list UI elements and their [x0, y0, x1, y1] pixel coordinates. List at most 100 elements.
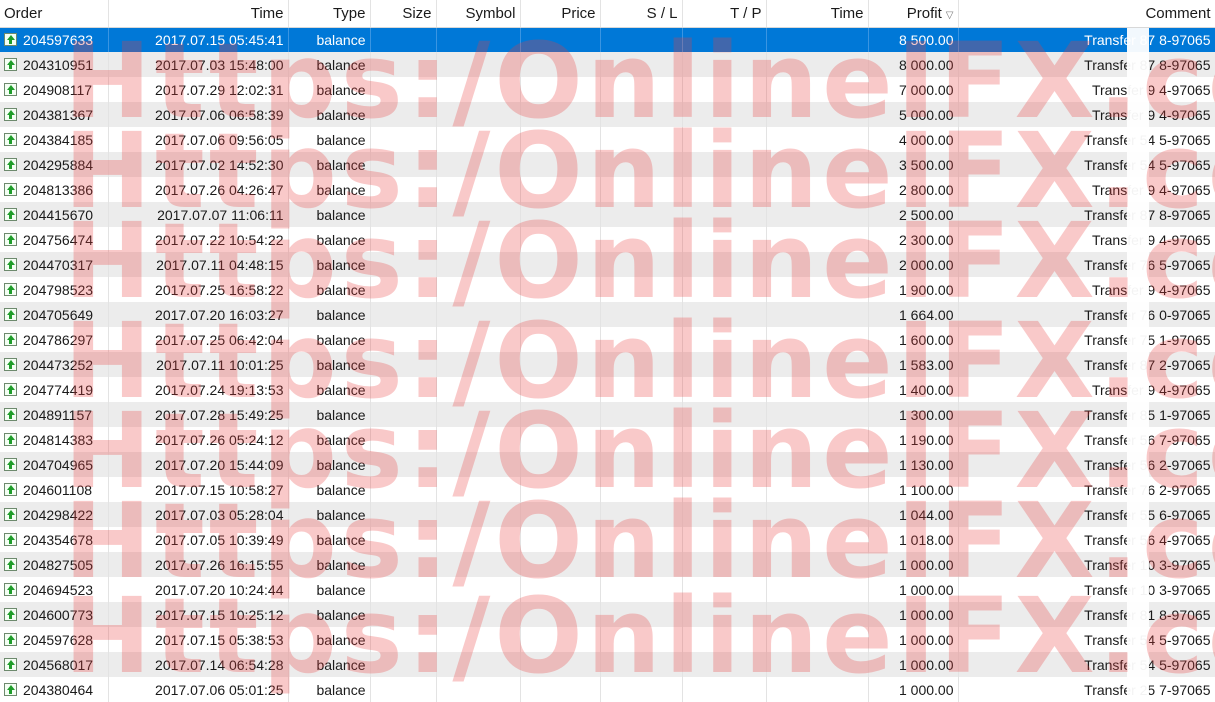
cell-type: balance: [288, 302, 371, 327]
table-row[interactable]: 204891157 2017.07.28 15:49:25 balance 1 300…: [0, 402, 1215, 427]
cell-time: 2017.07.25 16:58:22: [108, 277, 289, 302]
table-row[interactable]: 204786297 2017.07.25 06:42:04 balance 1 600…: [0, 327, 1215, 352]
table-row[interactable]: 204798523 2017.07.25 16:58:22 balance 1 900…: [0, 277, 1215, 302]
column-header-sl[interactable]: S / L: [600, 0, 683, 28]
table-row[interactable]: 204600773 2017.07.15 10:25:12 balance 1 000…: [0, 602, 1215, 627]
table-row[interactable]: 204310951 2017.07.03 15:48:00 balance 8 000…: [0, 52, 1215, 77]
table-row[interactable]: 204568017 2017.07.14 06:54:28 balance 1 000…: [0, 652, 1215, 677]
column-header-size[interactable]: Size: [370, 0, 437, 28]
table-row[interactable]: 204704965 2017.07.20 15:44:09 balance 1 130…: [0, 452, 1215, 477]
cell-price: [520, 127, 601, 152]
cell-time: 2017.07.03 15:48:00: [108, 52, 289, 77]
cell-comment: Transfer 76 0-97065: [958, 302, 1215, 327]
deposit-arrow-icon: [4, 583, 17, 596]
cell-size: [370, 427, 437, 452]
table-row[interactable]: 204705649 2017.07.20 16:03:27 balance 1 664…: [0, 302, 1215, 327]
table-row[interactable]: 204694523 2017.07.20 10:24:44 balance 1 000…: [0, 577, 1215, 602]
order-number: 204600773: [23, 606, 94, 623]
order-number: 204597633: [23, 31, 94, 48]
cell-time2: [766, 427, 869, 452]
table-row[interactable]: 204381367 2017.07.06 06:58:39 balance 5 000…: [0, 102, 1215, 127]
table-row[interactable]: 204384185 2017.07.06 09:56:05 balance 4 000…: [0, 127, 1215, 152]
cell-sl: [600, 202, 683, 227]
column-header-type[interactable]: Type: [288, 0, 371, 28]
table-row[interactable]: 204473252 2017.07.11 10:01:25 balance 1 583…: [0, 352, 1215, 377]
cell-sl: [600, 652, 683, 677]
cell-sl: [600, 177, 683, 202]
table-row[interactable]: 204601108 2017.07.15 10:58:27 balance 1 100…: [0, 477, 1215, 502]
order-number: 204891157: [23, 406, 93, 423]
table-row[interactable]: 204774419 2017.07.24 19:13:53 balance 1 400…: [0, 377, 1215, 402]
deposit-arrow-icon: [4, 208, 17, 221]
cell-symbol: [436, 227, 521, 252]
cell-time2: [766, 402, 869, 427]
cell-time2: [766, 577, 869, 602]
column-header-comment[interactable]: Comment: [958, 0, 1215, 28]
table-row[interactable]: 204380464 2017.07.06 05:01:25 balance 1 000…: [0, 677, 1215, 702]
cell-size: [370, 502, 437, 527]
column-header-label: T / P: [730, 4, 762, 22]
cell-time2: [766, 352, 869, 377]
table-row[interactable]: 204827505 2017.07.26 16:15:55 balance 1 000…: [0, 552, 1215, 577]
cell-time2: [766, 602, 869, 627]
order-number: 204597628: [23, 631, 94, 648]
table-row[interactable]: 204415670 2017.07.07 11:06:11 balance 2 500…: [0, 202, 1215, 227]
column-header-order[interactable]: Order: [0, 0, 109, 28]
cell-size: [370, 477, 437, 502]
cell-symbol: [436, 152, 521, 177]
cell-tp: [682, 527, 767, 552]
cell-sl: [600, 602, 683, 627]
cell-order: 204798523: [0, 277, 109, 302]
cell-time: 2017.07.20 15:44:09: [108, 452, 289, 477]
cell-order: 204827505: [0, 552, 109, 577]
table-row[interactable]: 204354678 2017.07.05 10:39:49 balance 1 018…: [0, 527, 1215, 552]
column-header-time[interactable]: Time: [108, 0, 289, 28]
table-row[interactable]: 204813386 2017.07.26 04:26:47 balance 2 800…: [0, 177, 1215, 202]
table-row[interactable]: 204298422 2017.07.03 05:28:04 balance 1 044…: [0, 502, 1215, 527]
cell-symbol: [436, 277, 521, 302]
order-number: 204354678: [23, 531, 94, 548]
cell-profit: 1 583.00: [868, 352, 959, 377]
cell-order: 204380464: [0, 677, 109, 702]
cell-symbol: [436, 577, 521, 602]
order-number: 204814383: [23, 431, 94, 448]
cell-profit: 7 000.00: [868, 77, 959, 102]
table-row[interactable]: 204597628 2017.07.15 05:38:53 balance 1 000…: [0, 627, 1215, 652]
table-row[interactable]: 204756474 2017.07.22 10:54:22 balance 2 300…: [0, 227, 1215, 252]
column-header-price[interactable]: Price: [520, 0, 601, 28]
deposit-arrow-icon: [4, 333, 17, 346]
cell-comment: Transfer 9 4-97065: [958, 177, 1215, 202]
cell-time: 2017.07.02 14:52:30: [108, 152, 289, 177]
cell-comment: Transfer 9 4-97065: [958, 102, 1215, 127]
table-body: 204597633 2017.07.15 05:45:41 balance 8 500…: [0, 27, 1215, 702]
cell-time2: [766, 552, 869, 577]
order-number: 204473252: [23, 356, 94, 373]
column-header-symbol[interactable]: Symbol: [436, 0, 521, 28]
cell-sl: [600, 102, 683, 127]
column-header-time2[interactable]: Time: [766, 0, 869, 28]
cell-tp: [682, 502, 767, 527]
cell-type: balance: [288, 127, 371, 152]
cell-sl: [600, 677, 683, 702]
cell-size: [370, 552, 437, 577]
deposit-arrow-icon: [4, 683, 17, 696]
table-row[interactable]: 204908117 2017.07.29 12:02:31 balance 7 000…: [0, 77, 1215, 102]
cell-symbol: [436, 552, 521, 577]
cell-tp: [682, 577, 767, 602]
cell-order: 204473252: [0, 352, 109, 377]
table-row[interactable]: 204470317 2017.07.11 04:48:15 balance 2 000…: [0, 252, 1215, 277]
column-header-profit[interactable]: Profit ▽: [868, 0, 959, 28]
cell-price: [520, 552, 601, 577]
cell-order: 204597633: [0, 27, 109, 52]
cell-type: balance: [288, 252, 371, 277]
deposit-arrow-icon: [4, 183, 17, 196]
cell-time2: [766, 527, 869, 552]
column-header-tp[interactable]: T / P: [682, 0, 767, 28]
cell-time2: [766, 77, 869, 102]
table-row[interactable]: 204597633 2017.07.15 05:45:41 balance 8 500…: [0, 27, 1215, 52]
cell-price: [520, 427, 601, 452]
cell-time: 2017.07.29 12:02:31: [108, 77, 289, 102]
table-row[interactable]: 204295884 2017.07.02 14:52:30 balance 3 500…: [0, 152, 1215, 177]
cell-tp: [682, 352, 767, 377]
table-row[interactable]: 204814383 2017.07.26 05:24:12 balance 1 190…: [0, 427, 1215, 452]
